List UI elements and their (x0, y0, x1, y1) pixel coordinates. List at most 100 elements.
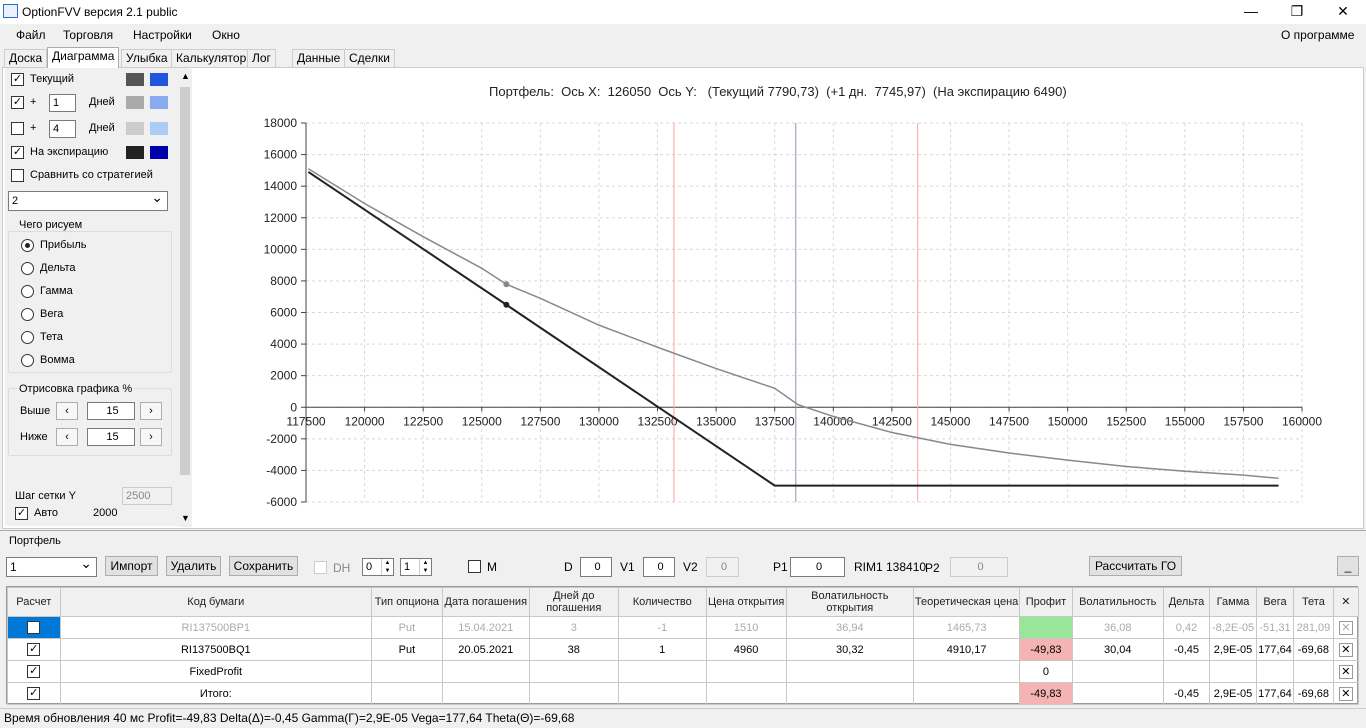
table-cell[interactable] (1162, 660, 1211, 683)
table-cell[interactable]: -0,45 (1162, 638, 1211, 661)
portfolio-select[interactable]: 1 (6, 554, 97, 577)
table-cell[interactable] (785, 682, 915, 705)
calc-checkbox[interactable] (27, 643, 41, 656)
table-cell[interactable] (441, 660, 530, 683)
table-cell[interactable]: RI137500BQ1 (59, 638, 373, 661)
table-cell[interactable] (912, 682, 1021, 705)
table-cell[interactable] (528, 660, 619, 683)
table-cell[interactable] (705, 682, 787, 705)
table-row[interactable]: RI137500BP1 Put 15.04.2021 3 -1 1510 36,94 1465… (7, 616, 1360, 639)
column-header[interactable]: Теоретическая цена (912, 587, 1021, 617)
table-row[interactable]: RI137500BQ1Put20.05.2021381496030,324910… (7, 638, 1360, 661)
table-cell[interactable] (705, 660, 787, 683)
column-header[interactable]: Дней до погашения (528, 587, 619, 617)
spin-1-arrows-icon[interactable]: ▲ ▼ (381, 559, 393, 575)
table-cell[interactable]: -69,68 (1293, 682, 1334, 705)
calc-checkbox[interactable] (27, 621, 41, 634)
table-cell[interactable] (1071, 682, 1164, 705)
d-input[interactable]: 0 (580, 557, 612, 577)
calc-checkbox-cell[interactable] (7, 660, 61, 683)
dh-checkbox[interactable] (314, 561, 327, 574)
column-header[interactable]: Тип опциона (371, 587, 443, 617)
table-cell[interactable]: -51,31 (1255, 616, 1295, 639)
save-button[interactable]: Сохранить (229, 556, 298, 576)
m-checkbox[interactable] (468, 560, 481, 573)
calc-checkbox[interactable] (27, 665, 41, 678)
remove-row-icon[interactable]: ✕ (1338, 620, 1353, 635)
column-header[interactable]: Код бумаги (59, 587, 373, 617)
table-cell[interactable]: 36,08 (1071, 616, 1164, 639)
p1-input[interactable]: 0 (790, 557, 845, 577)
table-cell[interactable]: 1 (617, 638, 707, 661)
table-cell[interactable]: -69,68 (1293, 638, 1334, 661)
table-cell[interactable] (528, 682, 619, 705)
table-cell[interactable] (371, 682, 443, 705)
table-cell[interactable] (1209, 660, 1257, 683)
table-cell[interactable]: -49,83 (1019, 682, 1073, 705)
column-header[interactable]: Дельта (1162, 587, 1211, 617)
table-cell[interactable] (617, 682, 707, 705)
calc-checkbox[interactable] (27, 687, 41, 700)
table-cell[interactable] (785, 660, 915, 683)
calc-checkbox-cell[interactable] (7, 638, 61, 661)
table-cell[interactable]: Итого: (59, 682, 373, 705)
payoff-chart[interactable]: 117500 120000 122500 125000 127500 130000 1325… (0, 0, 1366, 530)
remove-row-cell[interactable]: ✕ (1332, 616, 1360, 639)
table-cell[interactable]: -8,2E-05 (1209, 616, 1257, 639)
table-cell[interactable]: 177,64 (1255, 682, 1295, 705)
column-header[interactable]: Тета (1293, 587, 1334, 617)
column-header[interactable]: Волатильность (1071, 587, 1164, 617)
table-cell[interactable]: FixedProfit (59, 660, 373, 683)
p2-input[interactable]: 0 (950, 557, 1008, 577)
remove-row-icon[interactable]: ✕ (1338, 642, 1353, 657)
table-cell[interactable]: Put (371, 638, 443, 661)
table-cell[interactable]: 1510 (705, 616, 787, 639)
table-cell[interactable]: 3 (528, 616, 619, 639)
table-cell[interactable]: 1465,73 (912, 616, 1021, 639)
table-cell[interactable]: 0 (1019, 660, 1073, 683)
column-header[interactable]: Количество (617, 587, 707, 617)
table-cell[interactable]: -1 (617, 616, 707, 639)
minimize-panel-button[interactable]: _ (1337, 556, 1359, 576)
table-cell[interactable] (441, 682, 530, 705)
table-row[interactable]: Итого: -49,83 -0,452,9E-05177,64-69,68 ✕ (7, 682, 1360, 705)
spin-2[interactable]: 1 ▲ ▼ (400, 558, 432, 576)
table-cell[interactable] (617, 660, 707, 683)
splitter[interactable] (0, 530, 1366, 532)
table-cell[interactable]: 36,94 (785, 616, 915, 639)
table-cell[interactable]: 4910,17 (912, 638, 1021, 661)
v1-input[interactable]: 0 (643, 557, 675, 577)
table-cell[interactable]: 0,42 (1162, 616, 1211, 639)
calc-go-button[interactable]: Рассчитать ГО (1089, 556, 1182, 576)
calc-checkbox-cell[interactable] (7, 616, 61, 639)
table-cell[interactable]: 2,9E-05 (1209, 682, 1257, 705)
table-cell[interactable] (1019, 616, 1073, 639)
spin-1[interactable]: 0 ▲ ▼ (362, 558, 394, 576)
column-header[interactable]: ✕ (1332, 587, 1360, 617)
table-cell[interactable] (912, 660, 1021, 683)
table-cell[interactable]: 30,04 (1071, 638, 1164, 661)
tab-diagram[interactable]: Диаграмма (47, 47, 120, 68)
table-cell[interactable]: -49,83 (1019, 638, 1073, 661)
remove-row-cell[interactable]: ✕ (1332, 660, 1360, 683)
table-cell[interactable]: 4960 (705, 638, 787, 661)
table-cell[interactable] (1293, 660, 1334, 683)
table-cell[interactable]: Put (371, 616, 443, 639)
table-cell[interactable]: 15.04.2021 (441, 616, 530, 639)
table-cell[interactable] (1071, 660, 1164, 683)
column-header[interactable]: Вега (1255, 587, 1295, 617)
table-cell[interactable]: 2,9E-05 (1209, 638, 1257, 661)
remove-row-icon[interactable]: ✕ (1338, 664, 1353, 679)
column-header[interactable]: Профит (1019, 587, 1073, 617)
column-header[interactable]: Гамма (1209, 587, 1257, 617)
column-header[interactable]: Волатильность открытия (785, 587, 915, 617)
table-cell[interactable]: 20.05.2021 (441, 638, 530, 661)
spin-2-arrows-icon[interactable]: ▲ ▼ (419, 559, 431, 575)
remove-row-cell[interactable]: ✕ (1332, 682, 1360, 705)
calc-checkbox-cell[interactable] (7, 682, 61, 705)
table-cell[interactable]: RI137500BP1 (59, 616, 373, 639)
table-cell[interactable] (1255, 660, 1295, 683)
table-row[interactable]: FixedProfit 0 ✕ (7, 660, 1360, 683)
column-header[interactable]: Дата погашения (441, 587, 530, 617)
column-header[interactable]: Цена открытия (705, 587, 787, 617)
